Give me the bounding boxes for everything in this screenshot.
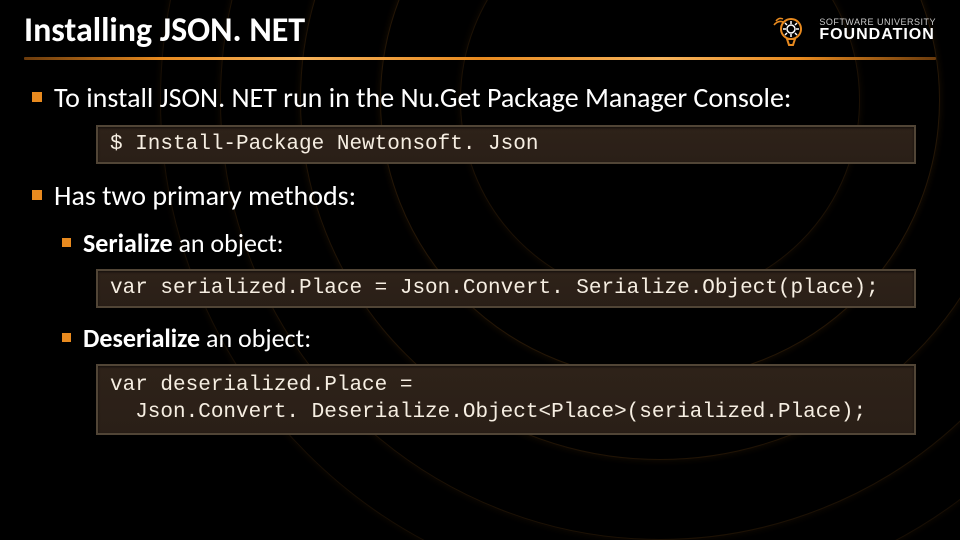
serialize-rest: an object: [173,227,284,259]
code-install: $ Install-Package Newtonsoft. Json [96,125,916,164]
bullet-deserialize-text: Deserialize an object: [83,322,311,354]
lightbulb-gear-icon [771,11,811,51]
bullet-icon [32,190,42,200]
bullet-methods-text: Has two primary methods: [54,178,356,213]
header: Installing JSON. NET [24,10,936,51]
slide: Installing JSON. NET [0,0,960,540]
bullet-install-text: To install JSON. NET run in the Nu.Get P… [54,80,791,115]
deserialize-rest: an object: [200,322,311,354]
bullet-serialize: Serialize an object: [62,227,936,259]
bullet-serialize-text: Serialize an object: [83,227,284,259]
bullet-icon [32,92,42,102]
bullet-deserialize: Deserialize an object: [62,322,936,354]
bullet-install: To install JSON. NET run in the Nu.Get P… [32,80,936,115]
brand-text: SOFTWARE UNIVERSITY FOUNDATION [819,18,936,43]
brand-line2: FOUNDATION [819,27,936,43]
code-deserialize: var deserialized.Place = Json.Convert. D… [96,364,916,435]
serialize-bold: Serialize [83,227,173,259]
bullet-methods: Has two primary methods: [32,178,936,213]
brand-logo: SOFTWARE UNIVERSITY FOUNDATION [771,11,936,51]
code-serialize: var serialized.Place = Json.Convert. Ser… [96,269,916,308]
slide-title: Installing JSON. NET [24,10,305,51]
bullet-icon [62,238,71,247]
bullet-icon [62,333,71,342]
header-divider [24,57,936,60]
deserialize-bold: Deserialize [83,322,200,354]
